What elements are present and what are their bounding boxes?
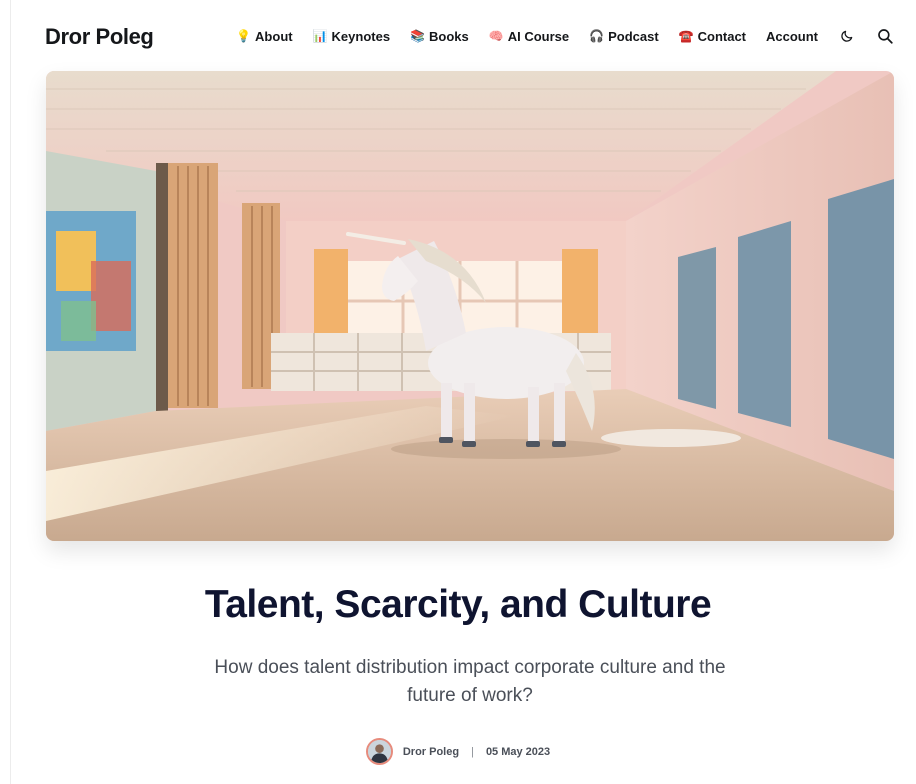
author-name[interactable]: Dror Poleg <box>403 746 459 758</box>
author-avatar[interactable] <box>365 738 393 765</box>
bar-chart-icon: 📊 <box>312 29 328 43</box>
lightbulb-icon: 💡 <box>236 29 252 43</box>
nav-item-contact[interactable]: ☎️ Contact <box>679 29 746 44</box>
byline-separator: | <box>471 745 474 758</box>
publish-date: 05 May 2023 <box>485 745 551 758</box>
telephone-icon: ☎️ <box>678 29 694 43</box>
brain-icon: 🧠 <box>488 29 504 43</box>
nav-item-label: Keynotes <box>331 28 391 44</box>
article-byline: Dror Poleg | 05 May 2023 <box>0 738 916 765</box>
nav-item-label: About <box>255 28 293 44</box>
site-header: Dror Poleg 💡 About 📊 Keynotes 📚 Books 🧠 AI C… <box>0 0 916 72</box>
site-logo[interactable]: Dror Poleg <box>45 24 154 50</box>
nav-item-label: Podcast <box>608 28 659 44</box>
books-icon: 📚 <box>410 29 426 43</box>
moon-icon[interactable] <box>840 29 854 43</box>
main-nav: 💡 About 📊 Keynotes 📚 Books 🧠 AI Course 🎧 Podc… <box>216 22 894 50</box>
nav-item-keynotes[interactable]: 📊 Keynotes <box>313 29 390 44</box>
search-icon[interactable] <box>876 27 894 45</box>
nav-item-about[interactable]: 💡 About <box>236 29 293 44</box>
nav-item-label: Contact <box>697 28 746 44</box>
nav-item-label: AI Course <box>507 28 570 44</box>
nav-item-ai-course[interactable]: 🧠 AI Course <box>489 29 569 44</box>
nav-item-books[interactable]: 📚 Books <box>410 29 469 44</box>
article-title: Talent, Scarcity, and Culture <box>204 583 712 626</box>
nav-item-podcast[interactable]: 🎧 Podcast <box>589 29 659 44</box>
nav-item-label: Books <box>429 28 469 44</box>
nav-item-account[interactable]: Account <box>766 29 818 44</box>
article-subtitle: How does talent distribution impact corp… <box>214 657 726 706</box>
headphones-icon: 🎧 <box>589 29 605 43</box>
page-edge-divider <box>10 0 11 784</box>
feature-image <box>46 71 894 541</box>
